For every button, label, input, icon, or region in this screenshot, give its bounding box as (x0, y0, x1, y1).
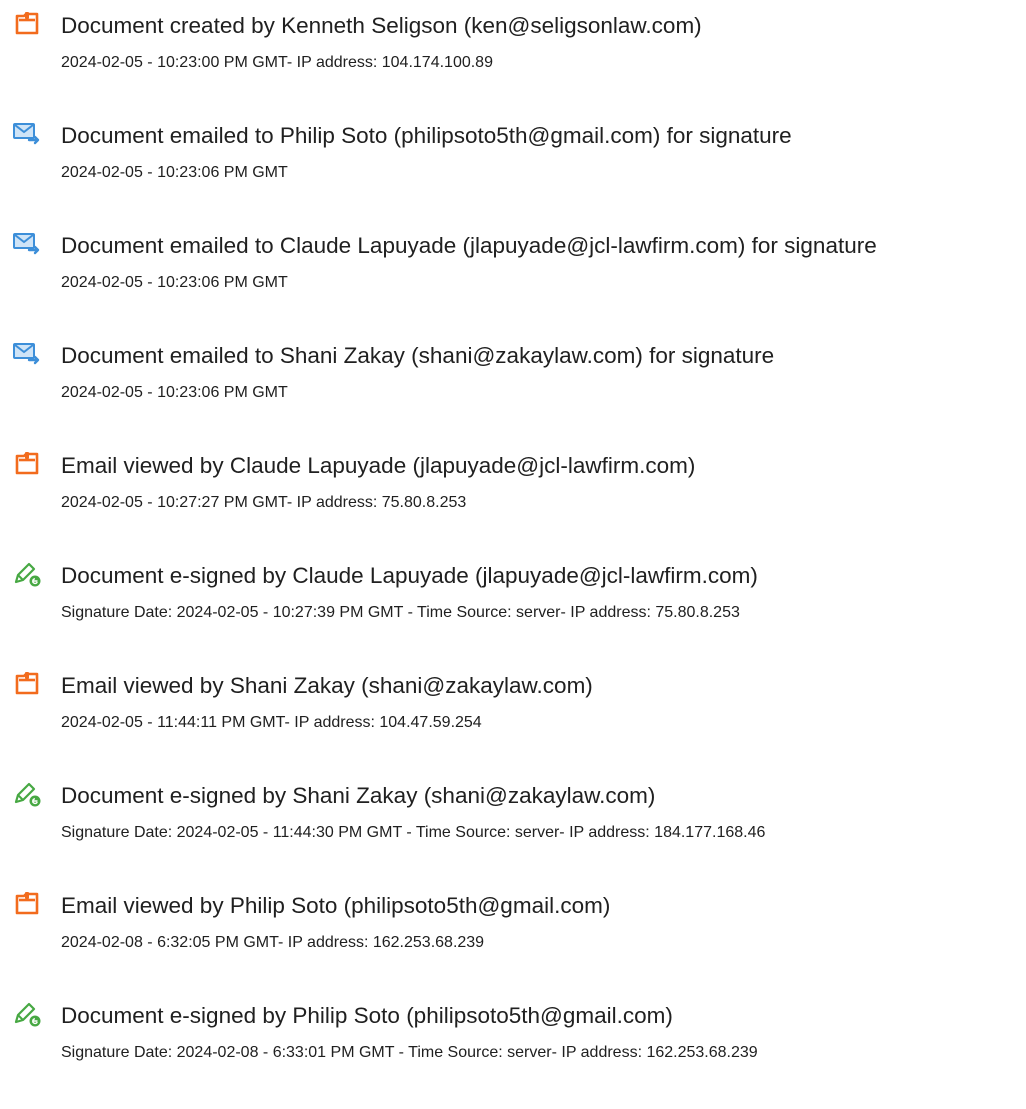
entry-title: Document e-signed by Shani Zakay (shani@… (61, 783, 656, 808)
document-created-icon (12, 8, 42, 38)
entry-title: Email viewed by Claude Lapuyade (jlapuya… (61, 453, 696, 478)
entry-title: Document emailed to Shani Zakay (shani@z… (61, 343, 775, 368)
entry-detail: 2024-02-05 - 10:23:00 PM GMT- IP address… (61, 54, 493, 71)
e-sign-icon (12, 558, 42, 588)
entry-title: Email viewed by Philip Soto (philipsoto5… (61, 893, 611, 918)
document-viewed-icon (12, 888, 42, 918)
e-sign-icon (12, 778, 42, 808)
audit-entry: Document e-signed by Shani Zakay (shani@… (0, 770, 1026, 870)
email-sent-icon (12, 118, 42, 148)
e-sign-icon (12, 998, 42, 1028)
entry-title: Document emailed to Claude Lapuyade (jla… (61, 233, 877, 258)
entry-title: Email viewed by Shani Zakay (shani@zakay… (61, 673, 593, 698)
document-viewed-icon (12, 448, 42, 478)
audit-entry: Document e-signed by Claude Lapuyade (jl… (0, 550, 1026, 650)
entry-detail: Signature Date: 2024-02-05 - 11:44:30 PM… (61, 824, 766, 841)
email-sent-icon (12, 228, 42, 258)
audit-entry: Document e-signed by Philip Soto (philip… (0, 990, 1026, 1090)
audit-entry: Email viewed by Claude Lapuyade (jlapuya… (0, 440, 1026, 540)
entry-detail: 2024-02-05 - 10:23:06 PM GMT (61, 274, 288, 291)
email-sent-icon (12, 338, 42, 368)
audit-entry: Document emailed to Shani Zakay (shani@z… (0, 330, 1026, 430)
audit-entry: Email viewed by Philip Soto (philipsoto5… (0, 880, 1026, 980)
entry-title: Document created by Kenneth Seligson (ke… (61, 13, 702, 38)
entry-detail: 2024-02-05 - 11:44:11 PM GMT- IP address… (61, 714, 482, 731)
entry-detail: 2024-02-05 - 10:27:27 PM GMT- IP address… (61, 494, 467, 511)
entry-detail: 2024-02-05 - 10:23:06 PM GMT (61, 384, 288, 401)
audit-entry: Email viewed by Shani Zakay (shani@zakay… (0, 660, 1026, 760)
audit-entry: Document emailed to Claude Lapuyade (jla… (0, 220, 1026, 320)
entry-detail: Signature Date: 2024-02-08 - 6:33:01 PM … (61, 1044, 758, 1061)
entry-detail: 2024-02-05 - 10:23:06 PM GMT (61, 164, 288, 181)
audit-entry: Document emailed to Philip Soto (philips… (0, 110, 1026, 210)
audit-entry: Document created by Kenneth Seligson (ke… (0, 0, 1026, 100)
audit-log: Document created by Kenneth Seligson (ke… (0, 0, 1026, 1109)
entry-title: Document emailed to Philip Soto (philips… (61, 123, 792, 148)
entry-detail: 2024-02-08 - 6:32:05 PM GMT- IP address:… (61, 934, 485, 951)
entry-detail: Signature Date: 2024-02-05 - 10:27:39 PM… (61, 604, 740, 621)
entry-title: Document e-signed by Claude Lapuyade (jl… (61, 563, 758, 588)
document-viewed-icon (12, 668, 42, 698)
entry-title: Document e-signed by Philip Soto (philip… (61, 1003, 673, 1028)
